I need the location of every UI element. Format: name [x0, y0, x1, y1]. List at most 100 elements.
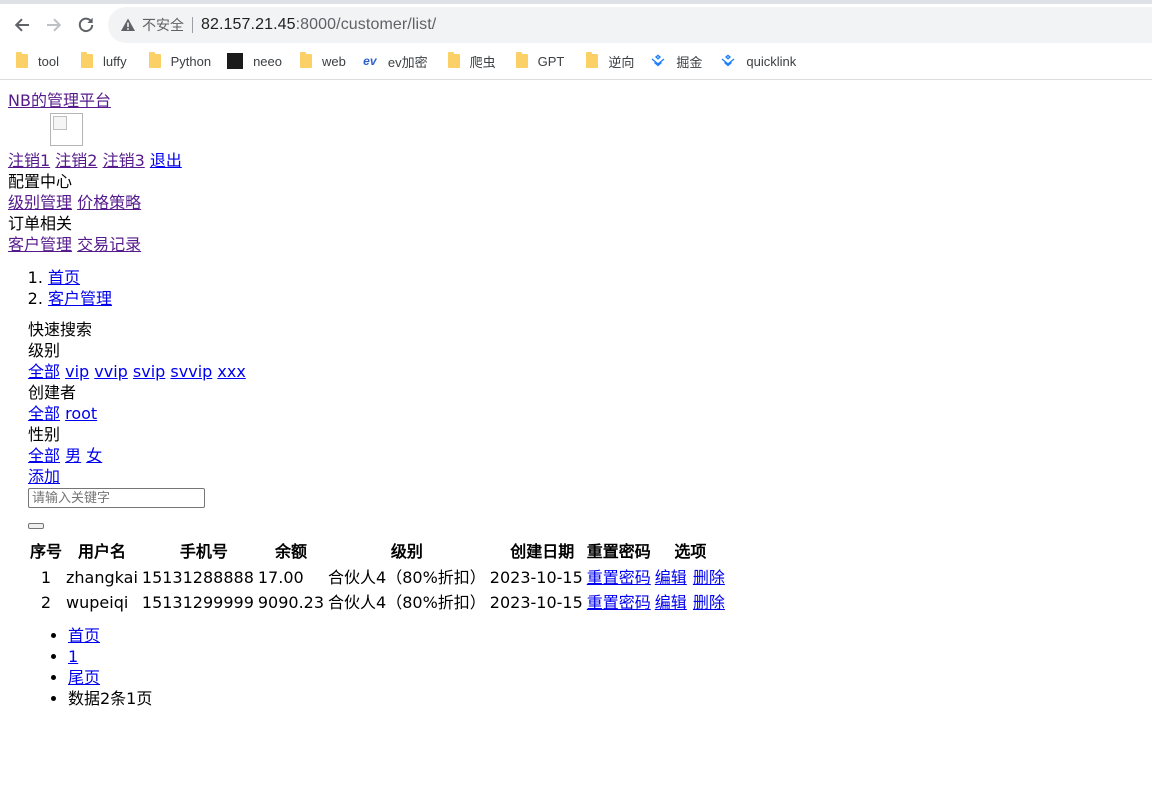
exit-link[interactable]: 退出 — [150, 151, 182, 170]
juejin-icon — [720, 53, 736, 69]
filter-creator-options: 全部 root — [28, 403, 1144, 424]
reset-password-link[interactable]: 重置密码 — [587, 568, 651, 587]
cell-created: 2023-10-15 — [489, 568, 583, 587]
keyword-search-input[interactable] — [28, 488, 205, 508]
reload-button[interactable] — [72, 11, 100, 39]
bookmark-crawler[interactable]: 爬虫 — [436, 47, 504, 75]
table-row: 1 zhangkai 15131288888 17.00 合伙人4（80%折扣）… — [28, 565, 728, 590]
customer-manage-link[interactable]: 客户管理 — [8, 235, 72, 254]
price-policy-link[interactable]: 价格策略 — [77, 193, 141, 212]
bookmark-juejin[interactable]: 掘金 — [642, 47, 710, 75]
col-header-options: 选项 — [674, 542, 707, 561]
back-button[interactable] — [8, 11, 36, 39]
warning-icon[interactable] — [120, 17, 136, 33]
back-arrow-icon — [14, 18, 29, 32]
delete-link[interactable]: 删除 — [693, 593, 725, 612]
pager-last-link[interactable]: 尾页 — [68, 668, 100, 687]
filter-gender-female[interactable]: 女 — [86, 446, 102, 465]
filter-level-vvip[interactable]: vvip — [94, 362, 128, 381]
col-header-balance: 余额 — [274, 542, 307, 561]
level-manage-link[interactable]: 级别管理 — [8, 193, 72, 212]
search-button[interactable] — [28, 523, 44, 529]
cell-reset: 重置密码 — [585, 590, 653, 615]
add-customer-link[interactable]: 添加 — [28, 467, 60, 486]
address-bar[interactable]: 不安全 82.157.21.45:8000/customer/list/ — [108, 7, 1152, 43]
menu-orders-links: 客户管理 交易记录 — [8, 234, 1144, 255]
edit-link[interactable]: 编辑 — [655, 593, 687, 612]
logout-3-link[interactable]: 注销3 — [103, 151, 145, 170]
pager-first-link[interactable]: 首页 — [68, 626, 100, 645]
filter-creator-root[interactable]: root — [65, 404, 97, 423]
top-links: 注销1 注销2 注销3 退出 — [8, 150, 1144, 171]
bookmark-web[interactable]: web — [290, 47, 354, 75]
cell-options: 编辑 删除 — [653, 565, 728, 590]
col-header-reset: 重置密码 — [586, 542, 651, 561]
breadcrumb-customer-link[interactable]: 客户管理 — [48, 289, 112, 308]
folder-icon — [515, 52, 528, 68]
quick-search-panel: 快速搜索 级别 全部 vip vvip svip svvip xxx 创建者 全… — [28, 319, 1144, 529]
filter-creator-label: 创建者 — [28, 383, 77, 402]
folder-icon — [586, 52, 599, 68]
transaction-records-link[interactable]: 交易记录 — [77, 235, 141, 254]
bookmark-luffy[interactable]: luffy — [67, 47, 135, 75]
cell-phone: 15131299999 — [141, 593, 254, 612]
col-header-phone: 手机号 — [179, 542, 228, 561]
breadcrumb-home-link[interactable]: 首页 — [48, 268, 80, 287]
pager-summary: 数据2条1页 — [68, 688, 1144, 709]
filter-level-all[interactable]: 全部 — [28, 362, 60, 381]
logout-2-link[interactable]: 注销2 — [55, 151, 97, 170]
breadcrumb: 首页 客户管理 — [8, 267, 1144, 309]
cell-username: wupeiqi — [66, 593, 129, 612]
pager-item: 尾页 — [68, 667, 1144, 688]
pager-page-1-link[interactable]: 1 — [68, 647, 78, 666]
page-content: NB的管理平台 注销1 注销2 注销3 退出 配置中心 级别管理 价格策略 订单… — [0, 80, 1152, 709]
url-text[interactable]: 82.157.21.45:8000/customer/list/ — [201, 16, 436, 34]
bookmark-label: luffy — [102, 53, 127, 69]
bookmark-ev-encrypt[interactable]: ev ev加密 — [354, 47, 436, 75]
menu-config-links: 级别管理 价格策略 — [8, 192, 1144, 213]
table-row: 2 wupeiqi 15131299999 9090.23 合伙人4（80%折扣… — [28, 590, 728, 615]
filter-level-vip[interactable]: vip — [65, 362, 89, 381]
bookmark-neeo[interactable]: neeo — [219, 47, 290, 75]
bookmark-python[interactable]: Python — [135, 47, 219, 75]
bookmark-label: Python — [170, 53, 212, 69]
reload-icon — [78, 17, 94, 33]
filter-level-svvip[interactable]: svvip — [170, 362, 212, 381]
cell-balance: 9090.23 — [257, 593, 325, 612]
folder-icon — [299, 52, 312, 68]
bookmark-label: 逆向 — [608, 54, 635, 70]
bookmark-gpt[interactable]: GPT — [504, 47, 573, 75]
customer-table: 序号 用户名 手机号 余额 级别 创建日期 重置密码 选项 1 zhangkai… — [28, 538, 728, 615]
bookmark-label: 爬虫 — [469, 54, 496, 70]
bookmark-label: quicklink — [746, 53, 797, 69]
filter-level-xxx[interactable]: xxx — [217, 362, 245, 381]
quick-search-heading: 快速搜索 — [28, 320, 93, 339]
pager-item: 1 — [68, 646, 1144, 667]
filter-creator-all[interactable]: 全部 — [28, 404, 60, 423]
ev-site-icon: ev — [363, 54, 377, 68]
filter-level-svip[interactable]: svip — [133, 362, 165, 381]
filter-gender-male[interactable]: 男 — [65, 446, 81, 465]
col-header-created: 创建日期 — [510, 542, 575, 561]
logout-1-link[interactable]: 注销1 — [8, 151, 50, 170]
cell-level: 合伙人4（80%折扣） — [328, 568, 486, 587]
bookmarks-bar: tool luffy Python neeo web ev ev加密 爬虫 GP — [0, 47, 804, 75]
insecure-label[interactable]: 不安全 — [142, 15, 184, 35]
pagination: 首页 1 尾页 数据2条1页 — [8, 625, 1144, 709]
tab-strip — [0, 0, 1152, 4]
bookmark-reverse[interactable]: 逆向 — [572, 47, 642, 75]
forward-button[interactable] — [40, 11, 68, 39]
reset-password-link[interactable]: 重置密码 — [587, 593, 651, 612]
cell-index: 2 — [40, 593, 52, 612]
cell-options: 编辑 删除 — [653, 590, 728, 615]
cell-index: 1 — [40, 568, 52, 587]
bookmark-quicklink[interactable]: quicklink — [710, 47, 804, 75]
filter-gender-all[interactable]: 全部 — [28, 446, 60, 465]
delete-link[interactable]: 删除 — [693, 568, 725, 587]
filter-level-options: 全部 vip vvip svip svvip xxx — [28, 361, 1144, 382]
col-header-level: 级别 — [390, 542, 423, 561]
bookmark-tool[interactable]: tool — [0, 47, 67, 75]
bookmark-label: ev加密 — [387, 54, 428, 70]
brand-link[interactable]: NB的管理平台 — [8, 90, 1144, 111]
edit-link[interactable]: 编辑 — [655, 568, 687, 587]
